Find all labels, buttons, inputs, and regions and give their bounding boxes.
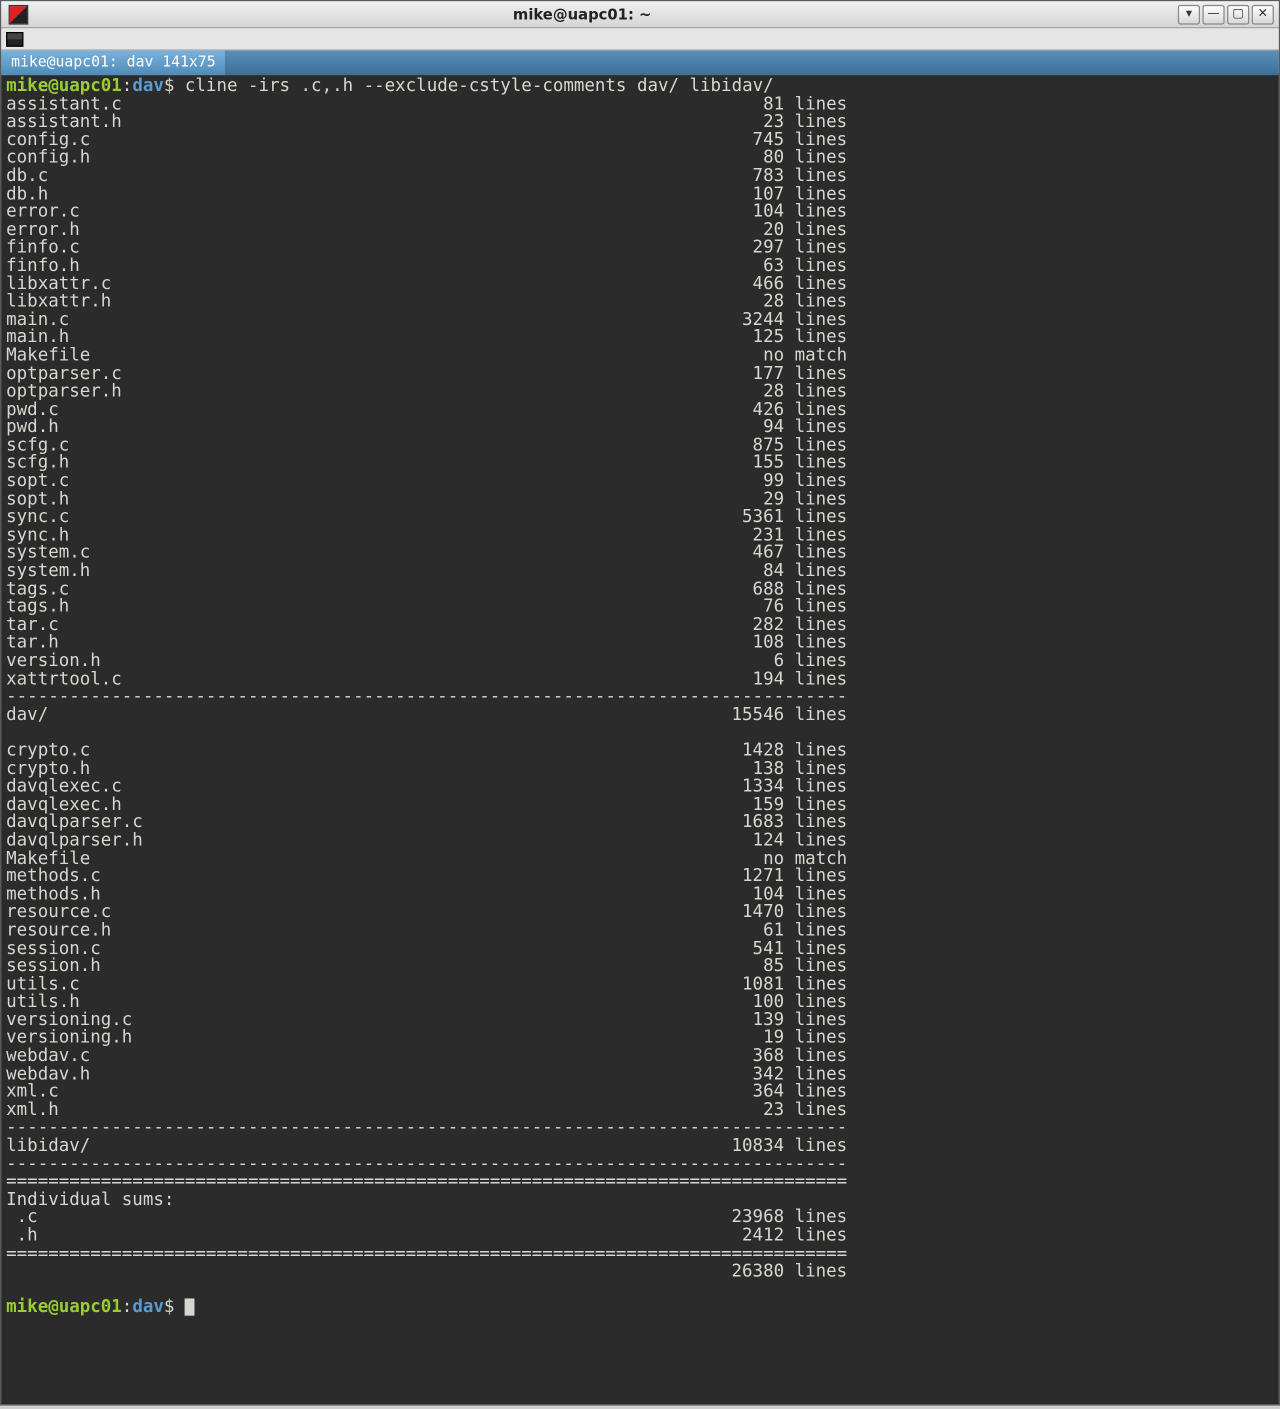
output-line: resource.h 61 lines — [6, 922, 1274, 940]
output-line: tags.c 688 lines — [6, 580, 1274, 598]
subtotal-line: libidav/ 10834 lines — [6, 1137, 1274, 1155]
output-line: libxattr.h 28 lines — [6, 293, 1274, 311]
sum-line: .c 23968 lines — [6, 1209, 1274, 1227]
output-line: libxattr.c 466 lines — [6, 275, 1274, 293]
output-line: versioning.h 19 lines — [6, 1030, 1274, 1048]
separator-dash: ----------------------------------------… — [6, 1155, 1274, 1173]
output-line: webdav.h 342 lines — [6, 1065, 1274, 1083]
output-line: error.c 104 lines — [6, 203, 1274, 221]
titlebar[interactable]: mike@uapc01: ~ ▾ — ▢ ✕ — [1, 1, 1279, 28]
output-line: sopt.h 29 lines — [6, 491, 1274, 509]
output-line: methods.c 1271 lines — [6, 868, 1274, 886]
output-line: assistant.c 81 lines — [6, 96, 1274, 114]
output-line: scfg.c 875 lines — [6, 437, 1274, 455]
output-line: davqlexec.c 1334 lines — [6, 778, 1274, 796]
separator-eq: ========================================… — [6, 1173, 1274, 1191]
command-text: cline -irs .c,.h --exclude-cstyle-commen… — [185, 76, 774, 96]
output-line: sync.c 5361 lines — [6, 509, 1274, 527]
output-line: optparser.c 177 lines — [6, 365, 1274, 383]
output-line: db.c 783 lines — [6, 167, 1274, 185]
output-line: Makefile no match — [6, 850, 1274, 868]
output-line: finfo.c 297 lines — [6, 239, 1274, 257]
cursor — [185, 1299, 195, 1316]
output-line: main.h 125 lines — [6, 329, 1274, 347]
output-line: config.h 80 lines — [6, 149, 1274, 167]
output-line: scfg.h 155 lines — [6, 455, 1274, 473]
output-line: sync.h 231 lines — [6, 527, 1274, 545]
output-line: system.c 467 lines — [6, 545, 1274, 563]
grand-total-line: 26380 lines — [6, 1263, 1274, 1281]
output-line: system.h 84 lines — [6, 563, 1274, 581]
output-line: config.c 745 lines — [6, 131, 1274, 149]
prompt-line: mike@uapc01:dav$ — [6, 1299, 1274, 1317]
tab-terminal[interactable]: mike@uapc01: dav 141x75 — [1, 50, 226, 75]
window-controls: ▾ — ▢ ✕ — [1178, 4, 1279, 24]
output-line: davqlparser.c 1683 lines — [6, 814, 1274, 832]
output-line: finfo.h 63 lines — [6, 257, 1274, 275]
output-line: error.h 20 lines — [6, 221, 1274, 239]
output-line: crypto.h 138 lines — [6, 760, 1274, 778]
output-line: assistant.h 23 lines — [6, 113, 1274, 131]
output-line: davqlexec.h 159 lines — [6, 796, 1274, 814]
maximize-button[interactable]: ▢ — [1227, 4, 1249, 24]
output-line: xml.h 23 lines — [6, 1101, 1274, 1119]
separator-dash: ----------------------------------------… — [6, 1119, 1274, 1137]
blank-line — [6, 1281, 1274, 1299]
menubar[interactable] — [1, 28, 1279, 50]
individual-sums-label: Individual sums: — [6, 1191, 1274, 1209]
output-line: optparser.h 28 lines — [6, 383, 1274, 401]
output-line: utils.h 100 lines — [6, 994, 1274, 1012]
output-line: resource.c 1470 lines — [6, 904, 1274, 922]
close-button[interactable]: ✕ — [1252, 4, 1274, 24]
output-line: webdav.c 368 lines — [6, 1047, 1274, 1065]
output-line: session.c 541 lines — [6, 940, 1274, 958]
output-line: xattrtool.c 194 lines — [6, 670, 1274, 688]
output-line: methods.h 104 lines — [6, 886, 1274, 904]
output-line: session.h 85 lines — [6, 958, 1274, 976]
minimize-button[interactable]: — — [1202, 4, 1224, 24]
subtotal-line: dav/ 15546 lines — [6, 706, 1274, 724]
output-line: crypto.c 1428 lines — [6, 742, 1274, 760]
output-line: Makefile no match — [6, 347, 1274, 365]
output-line: sopt.c 99 lines — [6, 473, 1274, 491]
output-line: tags.h 76 lines — [6, 598, 1274, 616]
output-line: xml.c 364 lines — [6, 1083, 1274, 1101]
output-line: tar.h 108 lines — [6, 634, 1274, 652]
menu-icon[interactable] — [6, 31, 23, 46]
separator-dash: ----------------------------------------… — [6, 688, 1274, 706]
output-line: main.c 3244 lines — [6, 311, 1274, 329]
output-line: davqlparser.h 124 lines — [6, 832, 1274, 850]
blank-line — [6, 724, 1274, 742]
stick-button[interactable]: ▾ — [1178, 4, 1200, 24]
tab-bar[interactable]: mike@uapc01: dav 141x75 — [1, 50, 1279, 75]
output-line: utils.c 1081 lines — [6, 976, 1274, 994]
output-line: versioning.c 139 lines — [6, 1012, 1274, 1030]
sum-line: .h 2412 lines — [6, 1227, 1274, 1245]
terminal-output[interactable]: mike@uapc01:dav$ cline -irs .c,.h --excl… — [1, 75, 1279, 1404]
separator-eq: ========================================… — [6, 1245, 1274, 1263]
output-line: pwd.c 426 lines — [6, 401, 1274, 419]
output-line: version.h 6 lines — [6, 652, 1274, 670]
output-line: pwd.h 94 lines — [6, 419, 1274, 437]
window-title: mike@uapc01: ~ — [11, 6, 1153, 23]
output-line: db.h 107 lines — [6, 185, 1274, 203]
terminal-window: mike@uapc01: ~ ▾ — ▢ ✕ mike@uapc01: dav … — [0, 0, 1280, 1406]
prompt-line: mike@uapc01:dav$ cline -irs .c,.h --excl… — [6, 78, 1274, 96]
output-line: tar.c 282 lines — [6, 616, 1274, 634]
